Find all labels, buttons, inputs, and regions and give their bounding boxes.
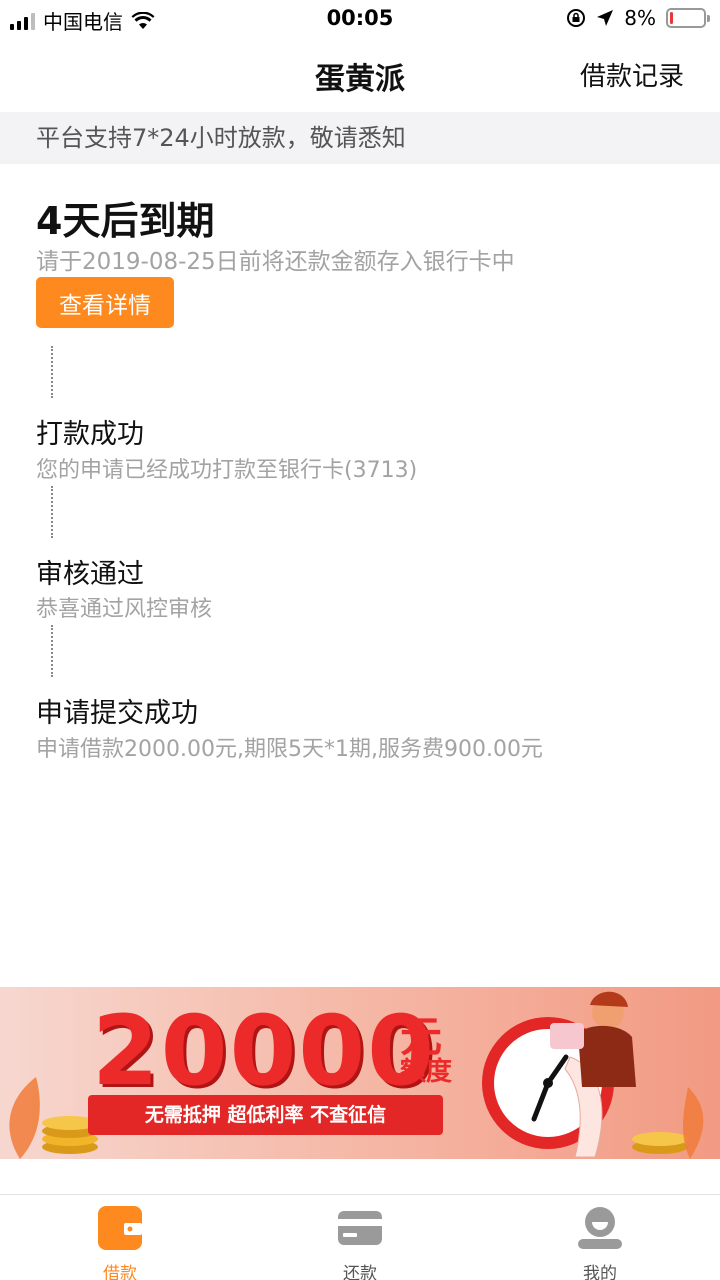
card-icon (338, 1211, 382, 1245)
tab-repay[interactable]: 还款 (300, 1205, 420, 1280)
banner-amount: 20000 (92, 995, 436, 1107)
battery-percent: 8% (624, 6, 656, 30)
timeline-connector (51, 346, 53, 398)
location-icon (597, 10, 614, 26)
tab-borrow[interactable]: 借款 (60, 1205, 180, 1280)
nav-bar: 蛋黄派 借款记录 (0, 40, 720, 110)
tab-label-borrow: 借款 (103, 1264, 137, 1280)
banner-quota: 额度 (400, 1057, 453, 1087)
timeline-connector (51, 486, 53, 538)
due-desc: 请于2019-08-25日前将还款金额存入银行卡中 (36, 249, 515, 275)
alarm-clock-illustration-icon (482, 991, 704, 1159)
user-icon (578, 1207, 622, 1249)
step-desc-submitted: 申请借款2000.00元,期限5天*1期,服务费900.00元 (36, 737, 543, 762)
tab-mine[interactable]: 我的 (540, 1205, 660, 1280)
status-bar: 中国电信 00:05 8% (0, 0, 720, 40)
step-title-review: 审核通过 (36, 559, 144, 590)
tab-label-mine: 我的 (583, 1264, 617, 1280)
step-desc-transfer: 您的申请已经成功打款至银行卡(3713) (36, 458, 418, 483)
step-title-transfer: 打款成功 (36, 419, 144, 450)
due-title: 4天后到期 (36, 199, 215, 243)
rotation-lock-icon (567, 9, 586, 27)
tab-bar: 借款 还款 我的 (0, 1194, 720, 1280)
timeline-connector (51, 625, 53, 677)
banner-slogan: 无需抵押 超低利率 不查征信 (88, 1095, 443, 1135)
status-right: 8% (566, 6, 710, 30)
wallet-icon (98, 1206, 142, 1250)
loan-records-link[interactable]: 借款记录 (580, 56, 684, 93)
view-details-button[interactable]: 查看详情 (36, 277, 174, 328)
notice-bar: 平台支持7*24小时放款，敬请悉知 (0, 112, 720, 164)
tab-label-repay: 还款 (343, 1264, 377, 1280)
step-desc-review: 恭喜通过风控审核 (36, 597, 213, 622)
battery-icon (666, 8, 710, 28)
battery-fill (670, 12, 673, 24)
step-title-submitted: 申请提交成功 (36, 698, 198, 729)
promo-banner[interactable]: 20000 元 额度 无需抵押 超低利率 不查征信 (0, 987, 720, 1159)
